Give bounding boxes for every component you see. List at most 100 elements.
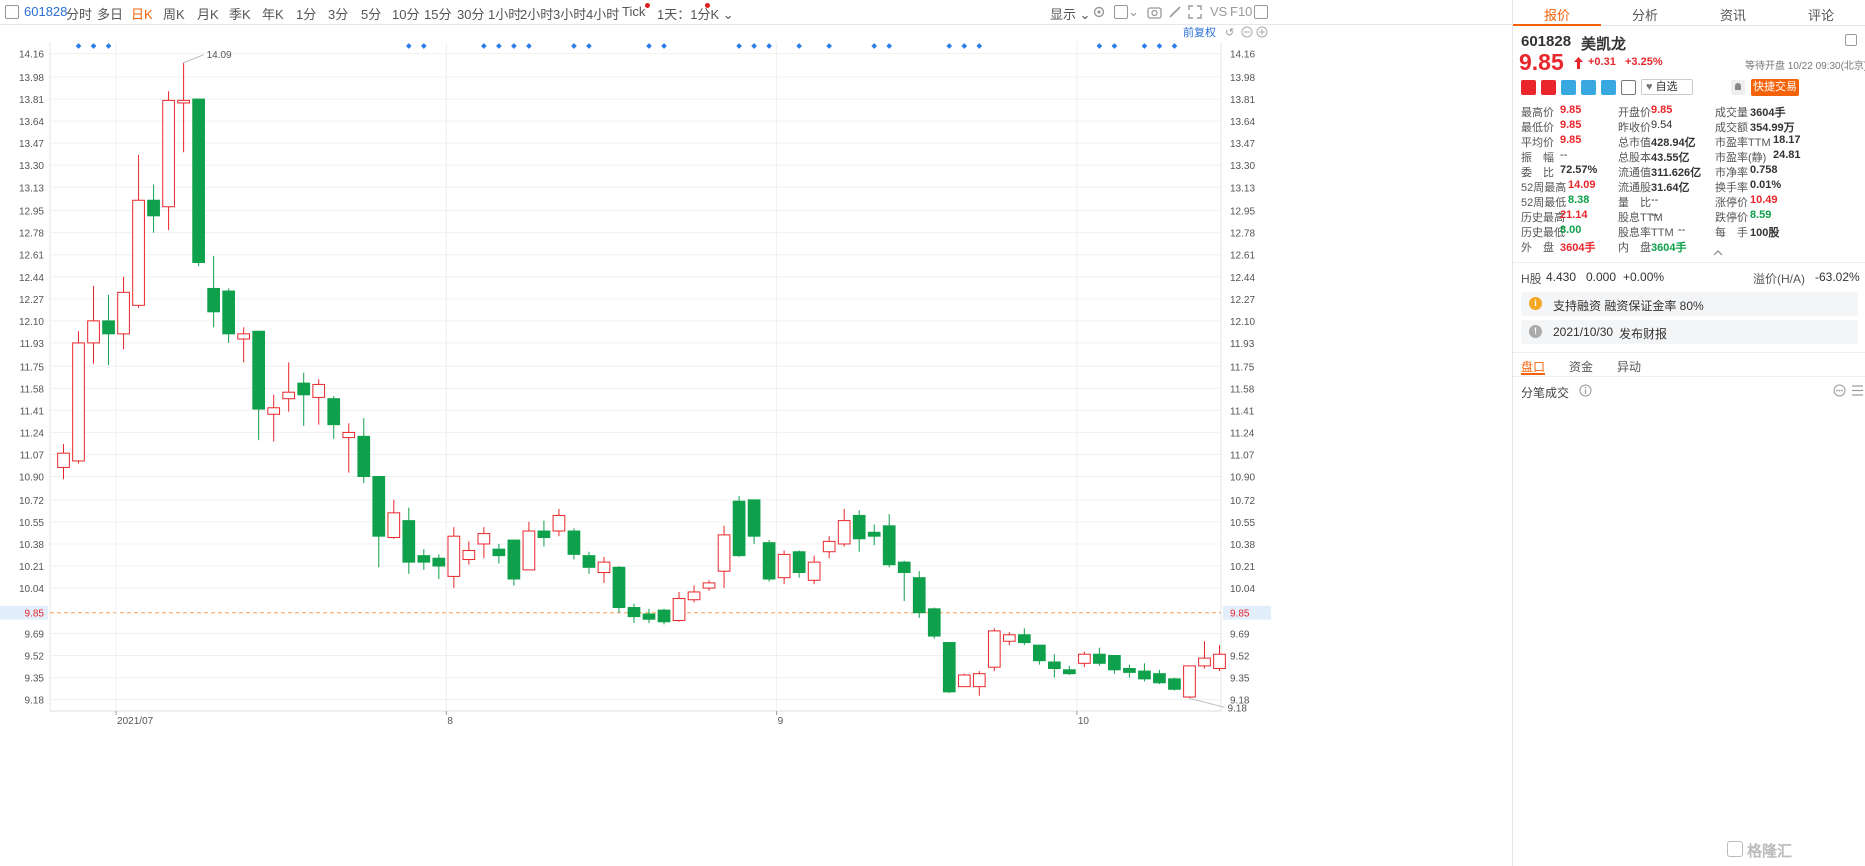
candle[interactable] [972, 671, 986, 696]
event-marker-icon[interactable] [1171, 43, 1178, 49]
candle[interactable] [942, 642, 956, 694]
candle[interactable] [387, 499, 401, 539]
candle[interactable] [462, 541, 476, 565]
candle[interactable] [867, 524, 881, 546]
candle[interactable] [297, 372, 311, 426]
sidebar-toggle-icon[interactable] [5, 5, 19, 19]
candle[interactable] [237, 327, 251, 363]
event-marker-icon[interactable] [526, 43, 532, 49]
candle[interactable] [957, 673, 971, 688]
panel-tab-3[interactable]: 评论 [1777, 5, 1865, 24]
candle[interactable] [1198, 641, 1211, 669]
fullscreen-icon[interactable] [1188, 5, 1202, 19]
ticks-list-icon[interactable] [1851, 384, 1864, 397]
adjust-mode-label[interactable]: 前复权 [1183, 26, 1216, 39]
period-tab-17[interactable]: Tick [622, 4, 645, 19]
event-marker-icon[interactable] [886, 43, 893, 49]
event-marker-icon[interactable] [90, 43, 97, 49]
candle[interactable] [1213, 645, 1226, 672]
candle[interactable] [627, 603, 641, 624]
candle[interactable] [357, 418, 371, 484]
candle[interactable] [612, 566, 626, 613]
candle[interactable] [417, 549, 431, 570]
candle[interactable] [117, 276, 130, 350]
candle[interactable] [792, 550, 806, 578]
subperiod-select[interactable]: 1天：1分K ⌄ [657, 4, 734, 23]
event-marker-icon[interactable] [405, 43, 412, 49]
event-marker-icon[interactable] [1141, 43, 1148, 49]
period-tab-16[interactable]: 4小时 [586, 4, 619, 23]
event-marker-icon[interactable] [766, 43, 772, 49]
candle[interactable] [1123, 664, 1136, 678]
period-tab-3[interactable]: 周K [163, 4, 185, 23]
candle[interactable] [447, 527, 461, 589]
draw-pen-icon[interactable] [1168, 5, 1182, 19]
candle[interactable] [1017, 628, 1031, 646]
period-tab-14[interactable]: 2小时 [520, 4, 553, 23]
f10-button[interactable]: F10 [1230, 4, 1252, 19]
event-marker-icon[interactable] [976, 43, 983, 49]
candle[interactable] [177, 62, 190, 153]
candle[interactable] [1108, 655, 1121, 674]
period-tab-8[interactable]: 3分 [328, 4, 348, 23]
candle[interactable] [102, 294, 115, 365]
watchlist-button[interactable]: ♥ 自选 [1641, 79, 1693, 95]
event-marker-icon[interactable] [571, 43, 577, 49]
candle[interactable] [432, 554, 446, 579]
candle[interactable] [717, 525, 731, 589]
candle[interactable] [672, 591, 686, 622]
candle[interactable] [897, 560, 911, 602]
candle[interactable] [1002, 632, 1016, 646]
candle[interactable] [372, 476, 386, 568]
period-tab-9[interactable]: 5分 [361, 4, 381, 23]
candle[interactable] [927, 607, 941, 639]
candle[interactable] [567, 528, 581, 560]
candle[interactable] [597, 556, 611, 583]
panel-tab-2[interactable]: 资讯 [1689, 5, 1777, 24]
event-marker-icon[interactable] [946, 43, 953, 49]
stock-code-label[interactable]: 601828 [24, 4, 67, 19]
candle[interactable] [822, 536, 836, 559]
event-marker-icon[interactable] [661, 43, 667, 49]
candle[interactable] [282, 362, 296, 412]
layout-dropdown-chevron-icon[interactable]: ⌄ [1128, 4, 1139, 20]
candle[interactable] [657, 608, 671, 625]
event-marker-icon[interactable] [496, 43, 502, 49]
candle[interactable] [57, 444, 70, 480]
candle[interactable] [1063, 665, 1076, 675]
candle[interactable] [1032, 644, 1046, 665]
period-tab-6[interactable]: 年K [262, 4, 284, 23]
candle[interactable] [402, 507, 416, 574]
candle[interactable] [222, 288, 236, 343]
event-marker-icon[interactable] [961, 43, 968, 49]
candle[interactable] [747, 499, 761, 544]
event-marker-icon[interactable] [1156, 43, 1163, 49]
candle[interactable] [912, 571, 926, 618]
event-marker-icon[interactable] [105, 43, 112, 49]
candle[interactable] [132, 154, 145, 308]
ticks-info-icon[interactable] [1579, 384, 1592, 397]
candle[interactable] [192, 98, 205, 267]
period-tab-11[interactable]: 15分 [424, 4, 451, 23]
candle[interactable] [642, 608, 656, 624]
candle[interactable] [522, 521, 536, 571]
panel-menu-icon[interactable] [1845, 34, 1857, 46]
candle[interactable] [777, 550, 791, 585]
settings-gear-icon[interactable] [1092, 5, 1106, 19]
event-marker-icon[interactable] [75, 43, 82, 49]
candle[interactable] [507, 539, 521, 586]
candle[interactable] [852, 510, 866, 552]
reset-icon[interactable]: ↺ [1225, 26, 1234, 39]
candle[interactable] [837, 508, 851, 547]
candle[interactable] [312, 379, 326, 425]
event-marker-icon[interactable] [420, 43, 427, 49]
candle[interactable] [147, 184, 160, 233]
layout-square-icon[interactable] [1114, 5, 1128, 19]
candle[interactable] [252, 330, 266, 441]
candle[interactable] [582, 551, 596, 574]
sub-tab-2[interactable]: 异动 [1617, 358, 1641, 375]
event-marker-icon[interactable] [796, 43, 802, 49]
candle[interactable] [762, 540, 776, 582]
period-tab-4[interactable]: 月K [197, 4, 219, 23]
candle[interactable] [342, 423, 356, 473]
